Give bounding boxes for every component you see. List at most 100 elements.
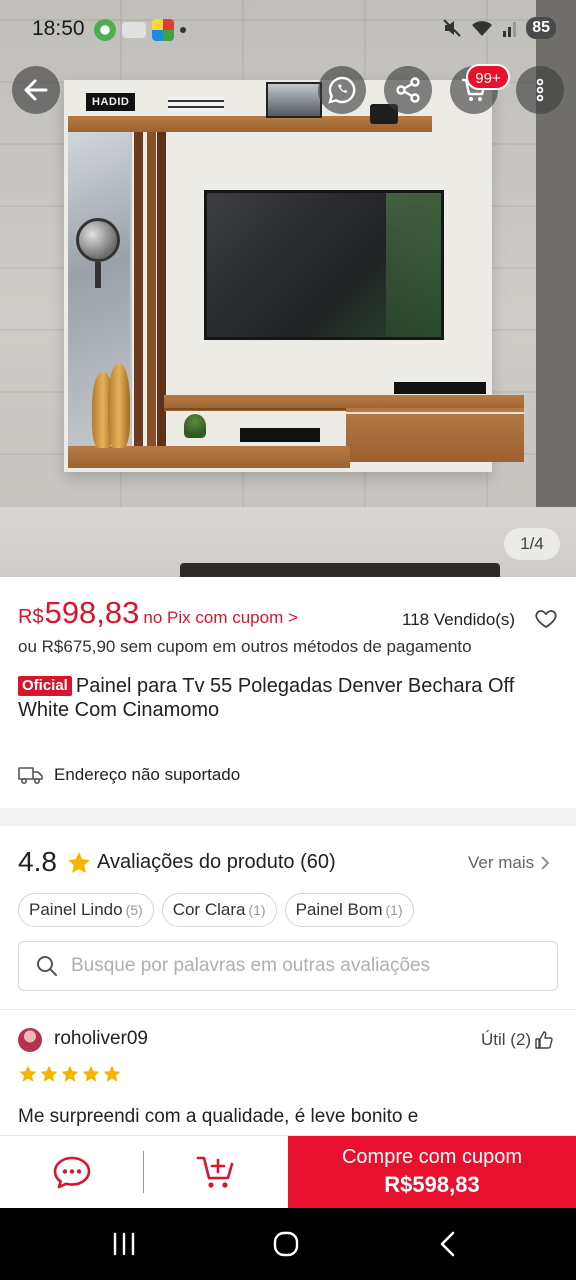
review-search-input[interactable] (71, 955, 541, 977)
see-more-link[interactable]: Ver mais (468, 853, 550, 873)
star-icon (103, 1065, 121, 1082)
pix-coupon-link[interactable]: no Pix com cupom > (143, 608, 298, 628)
whatsapp-icon (328, 76, 356, 104)
ifood-notification-icon (122, 22, 146, 38)
divider (0, 1009, 576, 1010)
product-title: Painel para Tv 55 Polegadas Denver Becha… (18, 675, 515, 721)
price-section: R$ 598,83 no Pix com cupom > 118 Vendido… (0, 577, 576, 742)
chip-label: Painel Lindo (29, 900, 123, 919)
review-tag-chip[interactable]: Painel Bom (1) (284, 893, 414, 927)
avatar[interactable] (18, 1028, 42, 1052)
chat-button[interactable] (42, 1152, 102, 1192)
app-notification-icon (94, 19, 116, 41)
signal-icon (503, 22, 517, 37)
useful-button[interactable]: Útil (2) (481, 1030, 553, 1050)
review-tags: Painel Lindo (5) Cor Clara (1) Painel Bo… (18, 893, 414, 927)
cart-count-badge: 99+ (466, 64, 510, 90)
divider (143, 1151, 144, 1193)
mute-icon (443, 19, 461, 37)
inner-shelf (164, 408, 346, 410)
section-separator (0, 808, 576, 826)
buy-with-coupon-button[interactable]: Compre com cupom R$598,83 (288, 1136, 576, 1208)
bottom-shelf (68, 446, 350, 468)
star-icon (61, 1065, 79, 1082)
star-icon (68, 852, 90, 873)
add-to-cart-icon (196, 1156, 234, 1188)
share-button[interactable] (384, 66, 432, 114)
decor-sign: HADID (86, 93, 136, 111)
reviews-section: 4.8 Avaliações do produto (60) Ver mais … (0, 826, 576, 1136)
chevron-right-icon (541, 856, 550, 870)
status-right: 85 (442, 17, 556, 39)
search-icon (37, 956, 57, 976)
review-search-box[interactable] (18, 941, 558, 991)
chip-count: (5) (125, 902, 143, 918)
photo-frame (266, 82, 322, 118)
tv-reflection (386, 193, 441, 337)
status-bar: 18:50 85 (0, 0, 576, 60)
notification-icons (94, 19, 186, 41)
back-chevron-icon (440, 1231, 455, 1257)
wood-slat (134, 118, 143, 450)
more-options-button[interactable] (516, 66, 564, 114)
add-to-cart-button[interactable] (186, 1152, 246, 1192)
product-title-row: Oficial Painel para Tv 55 Polegadas Denve… (18, 674, 558, 722)
chip-label: Painel Bom (295, 900, 383, 919)
floor-rug (180, 563, 500, 577)
reviews-title: Avaliações do produto (60) (97, 851, 336, 874)
buy-button-price: R$598,83 (384, 1172, 480, 1197)
bottom-action-bar: Compre com cupom R$598,83 (0, 1136, 576, 1208)
books-stack (240, 428, 320, 442)
see-more-label: Ver mais (468, 853, 535, 872)
review-tag-chip[interactable]: Painel Lindo (5) (18, 893, 154, 927)
media-player (394, 382, 486, 394)
shipping-status: Endereço não suportado (54, 765, 241, 784)
drawer-line (346, 412, 524, 414)
whatsapp-share-button[interactable] (318, 66, 366, 114)
shipping-row[interactable]: Endereço não suportado (0, 742, 576, 808)
useful-label: Útil (2) (481, 1030, 532, 1049)
star-icon (19, 1065, 37, 1082)
star-icon (82, 1065, 100, 1082)
reviewer-name[interactable]: roholiver09 (54, 1028, 148, 1050)
heart-icon[interactable] (534, 607, 558, 631)
recent-apps-icon (113, 1232, 135, 1256)
review-stars (18, 1064, 122, 1084)
rating-value: 4.8 (18, 846, 57, 877)
status-time: 18:50 (32, 17, 85, 40)
plant-decor (184, 414, 206, 438)
share-icon (396, 77, 420, 103)
review-text: Me surpreendi com a qualidade, é leve bo… (18, 1106, 419, 1127)
games-notification-icon (152, 19, 174, 41)
alternative-price: ou R$675,90 sem cupom em outros métodos … (18, 637, 472, 656)
system-back-button[interactable] (428, 1228, 468, 1260)
wifi-icon (472, 21, 493, 36)
price-row[interactable]: R$ 598,83 no Pix com cupom > (18, 595, 298, 631)
back-button[interactable] (12, 66, 60, 114)
truck-icon (18, 767, 43, 785)
recent-apps-button[interactable] (104, 1228, 144, 1260)
chat-icon (53, 1156, 91, 1189)
system-navigation-bar (0, 1208, 576, 1280)
thumbs-up-icon (535, 1031, 553, 1049)
arrow-left-icon (24, 79, 48, 101)
books-decor (168, 96, 224, 112)
globe-stand (95, 262, 101, 288)
reviews-title-label: Avaliações do produto (97, 851, 295, 873)
battery-level: 85 (526, 17, 556, 39)
chip-label: Cor Clara (172, 900, 246, 919)
star-icon (40, 1065, 58, 1082)
home-button[interactable] (266, 1228, 306, 1260)
reviews-count: (60) (300, 851, 336, 873)
buy-button-label: Compre com cupom (341, 1146, 523, 1168)
more-vertical-icon (536, 78, 544, 102)
vase (108, 364, 130, 448)
review-tag-chip[interactable]: Cor Clara (1) (161, 893, 277, 927)
more-notifications-dot (180, 27, 186, 33)
wood-slat (147, 118, 156, 450)
globe-decor (76, 218, 120, 262)
price-value: 598,83 (44, 595, 140, 630)
chip-count: (1) (385, 902, 403, 918)
official-badge: Oficial (18, 676, 72, 696)
sold-count: 118 Vendido(s) (402, 610, 516, 629)
